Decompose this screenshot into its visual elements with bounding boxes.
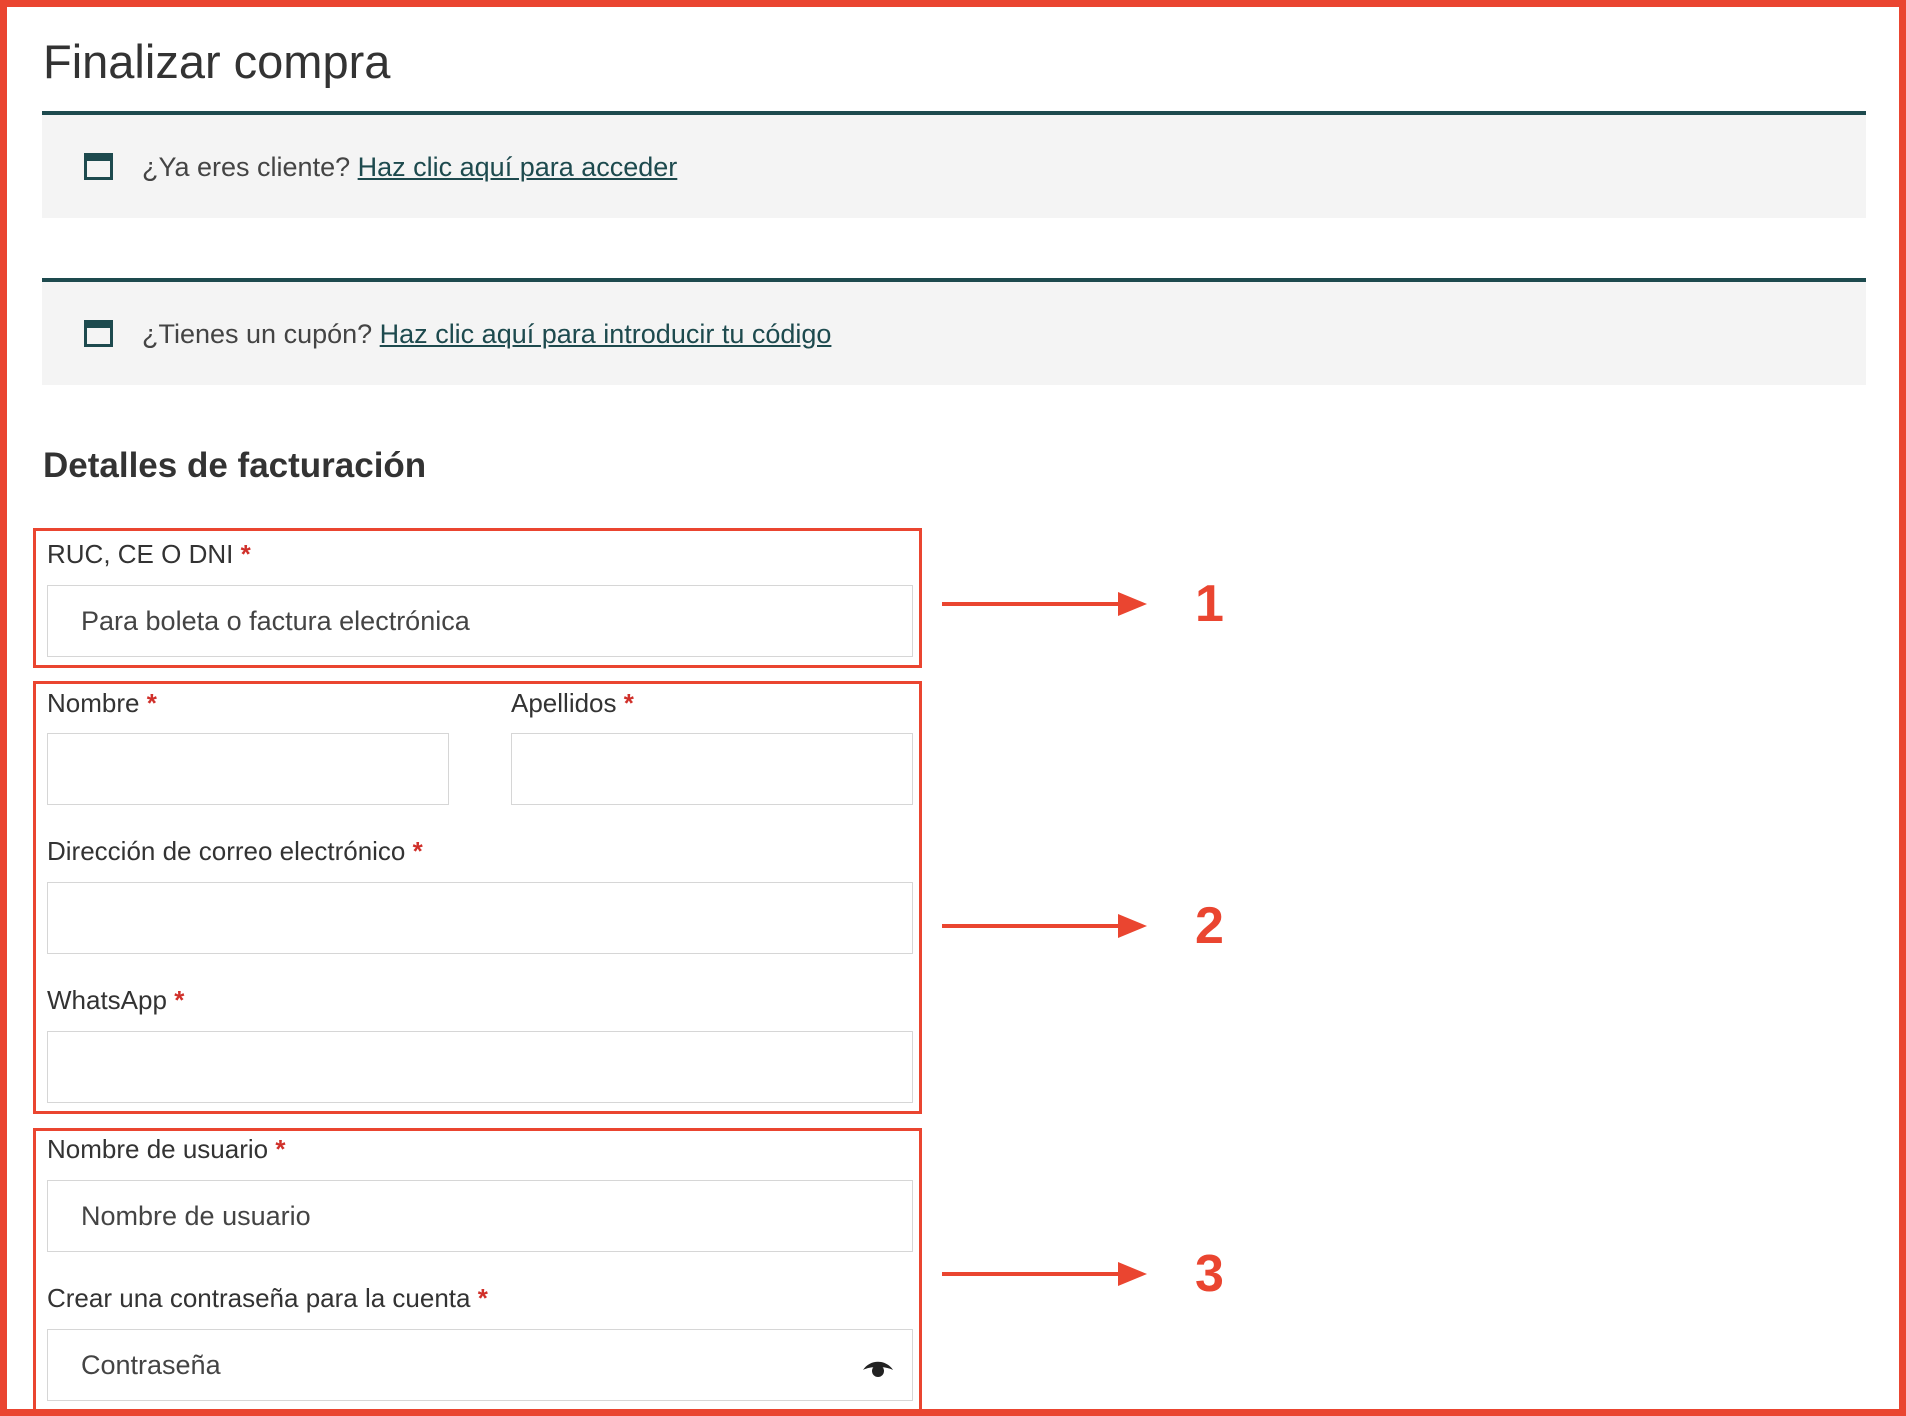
required-mark: * xyxy=(240,539,251,569)
step-number-1: 1 xyxy=(1195,575,1224,633)
email-label-text: Dirección de correo electrónico xyxy=(47,836,406,866)
required-mark: * xyxy=(623,688,634,718)
whatsapp-label: WhatsApp * xyxy=(47,985,184,1016)
returning-customer-notice: ¿Ya eres cliente? Haz clic aquí para acc… xyxy=(42,111,1866,218)
window-icon xyxy=(84,320,113,347)
document-label-text: RUC, CE O DNI xyxy=(47,539,234,569)
notice-question: ¿Ya eres cliente? xyxy=(142,152,351,182)
whatsapp-label-text: WhatsApp xyxy=(47,985,167,1015)
username-label-text: Nombre de usuario xyxy=(47,1134,269,1164)
first-name-label-text: Nombre xyxy=(47,688,140,718)
required-mark: * xyxy=(275,1134,286,1164)
right-arrow-icon xyxy=(942,1262,1147,1286)
page-title: Finalizar compra xyxy=(43,35,391,88)
coupon-notice: ¿Tienes un cupón? Haz clic aquí para int… xyxy=(42,278,1866,385)
step-number-3: 3 xyxy=(1195,1245,1224,1303)
required-mark: * xyxy=(174,985,185,1015)
last-name-label-text: Apellidos xyxy=(511,688,617,718)
document-input[interactable] xyxy=(47,585,913,657)
notice-text: ¿Tienes un cupón? Haz clic aquí para int… xyxy=(142,319,831,350)
right-arrow-icon xyxy=(942,914,1147,938)
step-number-2: 2 xyxy=(1195,897,1224,955)
first-name-label: Nombre * xyxy=(47,688,157,719)
billing-details-title: Detalles de facturación xyxy=(43,446,427,485)
password-input[interactable] xyxy=(47,1329,913,1401)
required-mark: * xyxy=(412,836,423,866)
coupon-link[interactable]: Haz clic aquí para introducir tu código xyxy=(380,319,832,349)
first-name-input[interactable] xyxy=(47,733,449,805)
right-arrow-icon xyxy=(942,592,1147,616)
password-label: Crear una contraseña para la cuenta * xyxy=(47,1283,488,1314)
eye-icon[interactable] xyxy=(862,1357,894,1381)
whatsapp-input[interactable] xyxy=(47,1031,913,1103)
window-icon xyxy=(84,153,113,180)
required-mark: * xyxy=(146,688,157,718)
username-label: Nombre de usuario * xyxy=(47,1134,285,1165)
required-mark: * xyxy=(477,1283,488,1313)
notice-question: ¿Tienes un cupón? xyxy=(142,319,373,349)
password-label-text: Crear una contraseña para la cuenta xyxy=(47,1283,471,1313)
notice-text: ¿Ya eres cliente? Haz clic aquí para acc… xyxy=(142,152,677,183)
email-input[interactable] xyxy=(47,882,913,954)
login-link[interactable]: Haz clic aquí para acceder xyxy=(358,152,678,182)
last-name-label: Apellidos * xyxy=(511,688,634,719)
username-input[interactable] xyxy=(47,1180,913,1252)
email-label: Dirección de correo electrónico * xyxy=(47,836,423,867)
document-label: RUC, CE O DNI * xyxy=(47,539,251,570)
last-name-input[interactable] xyxy=(511,733,913,805)
